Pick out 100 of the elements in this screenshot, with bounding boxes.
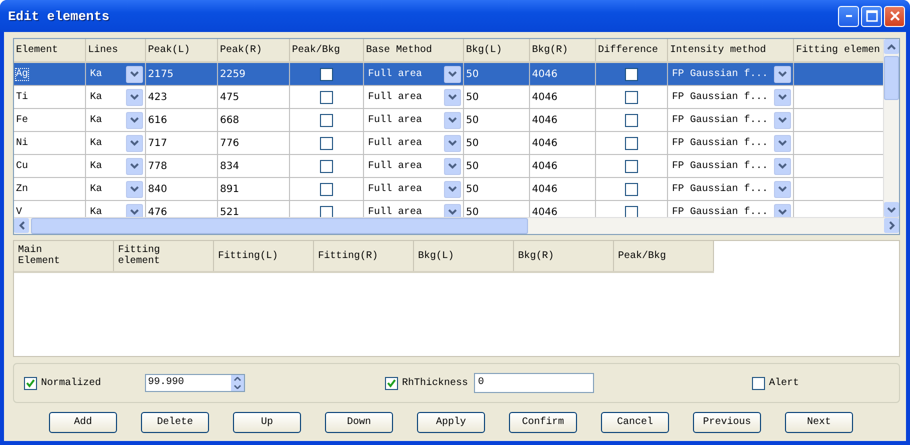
column-header[interactable]: Difference <box>596 39 668 61</box>
column-header[interactable]: Fitting(R) <box>314 241 414 271</box>
table-row[interactable]: Cu Ka 778 834 Full area 50 4046 FP Gaussian f... <box>14 155 883 178</box>
table-cell: 50 <box>466 114 479 126</box>
dialog-button[interactable]: Previous <box>693 412 761 433</box>
dropdown-button[interactable] <box>444 134 461 152</box>
checkbox[interactable] <box>752 376 765 390</box>
table-cell: 50 <box>466 160 479 172</box>
table-cell: Fe <box>16 114 28 126</box>
column-header[interactable]: Fitting(L) <box>214 241 314 271</box>
column-header[interactable]: Intensity method <box>668 39 794 61</box>
dialog-button[interactable]: Apply <box>417 412 485 433</box>
checkbox[interactable] <box>385 376 398 390</box>
checkbox[interactable] <box>320 206 333 217</box>
scrollbar-thumb[interactable] <box>31 218 528 234</box>
checkbox[interactable] <box>24 376 37 390</box>
dropdown-button[interactable] <box>774 158 791 174</box>
table-row[interactable]: Fe Ka 616 668 Full area 50 4046 FP Gaussian f... <box>14 109 883 132</box>
vertical-scrollbar[interactable] <box>883 39 899 217</box>
dropdown-button[interactable] <box>774 112 791 128</box>
checkbox[interactable] <box>625 182 638 196</box>
table-cell: 616 <box>148 114 168 126</box>
dropdown-button[interactable] <box>444 88 461 106</box>
column-header[interactable]: Main Element <box>14 241 114 271</box>
close-button[interactable] <box>884 6 905 26</box>
table-cell: 50 <box>466 68 479 80</box>
dialog-button[interactable]: Down <box>325 412 393 433</box>
dropdown-button[interactable] <box>774 134 791 152</box>
table-cell-text: FP Gaussian f... <box>671 92 768 102</box>
checkbox[interactable] <box>320 160 333 172</box>
dropdown-button[interactable] <box>444 158 461 174</box>
column-header[interactable]: Fitting element <box>114 241 214 271</box>
dialog-button[interactable]: Add <box>49 412 117 433</box>
dialog-button[interactable]: Confirm <box>509 412 577 433</box>
column-header[interactable]: Bkg(L) <box>414 241 514 271</box>
dropdown-button[interactable] <box>774 204 791 217</box>
dropdown-button[interactable] <box>126 88 143 106</box>
checkbox[interactable] <box>625 68 638 80</box>
table-row[interactable]: Ni Ka 717 776 Full area 50 4046 FP Gaussian f... <box>14 132 883 155</box>
caret-icon <box>448 71 457 77</box>
checkbox[interactable] <box>625 160 638 172</box>
dropdown-button[interactable] <box>126 158 143 174</box>
checkbox[interactable] <box>320 68 333 80</box>
dropdown-button[interactable] <box>126 134 143 152</box>
dropdown-button[interactable] <box>126 180 143 198</box>
dropdown-button[interactable] <box>126 112 143 128</box>
table-row[interactable]: Zn Ka 840 891 Full area 50 4046 FP Gaussian f... <box>14 178 883 201</box>
input-field[interactable]: 0 <box>474 373 594 393</box>
dropdown-button[interactable] <box>444 180 461 198</box>
caret-icon <box>130 117 139 123</box>
column-header[interactable]: Peak/Bkg <box>614 241 714 271</box>
spin-up-icon[interactable] <box>231 375 244 383</box>
dropdown-button[interactable] <box>444 204 461 217</box>
table-cell: 50 <box>466 92 479 102</box>
column-header[interactable]: Peak(L) <box>146 39 218 61</box>
table-cell: 4046 <box>532 160 558 172</box>
dropdown-button[interactable] <box>774 88 791 106</box>
minimize-button[interactable] <box>838 6 859 26</box>
table-row[interactable]: Ti Ka 423 475 Full area 50 4046 FP Gaussian f... <box>14 86 883 109</box>
column-header[interactable]: Bkg(R) <box>514 241 614 271</box>
checkbox[interactable] <box>625 136 638 150</box>
maximize-button[interactable] <box>861 6 882 26</box>
dialog-button[interactable]: Delete <box>141 412 209 433</box>
dropdown-button[interactable] <box>126 204 143 217</box>
column-header[interactable]: Base Method <box>364 39 464 61</box>
dropdown-button[interactable] <box>126 66 143 82</box>
checkbox[interactable] <box>625 114 638 126</box>
scrollbar-thumb[interactable] <box>884 56 899 100</box>
table-cell: 776 <box>220 138 240 148</box>
dialog-button[interactable]: Cancel <box>601 412 669 433</box>
dialog-button[interactable]: Up <box>233 412 301 433</box>
horizontal-scrollbar[interactable] <box>14 217 899 234</box>
column-header[interactable]: Bkg(R) <box>530 39 596 61</box>
dropdown-button[interactable] <box>444 112 461 128</box>
table-cell-text: Full area <box>367 92 422 102</box>
column-header[interactable]: Peak/Bkg <box>290 39 364 61</box>
column-header[interactable]: Bkg(L) <box>464 39 530 61</box>
scroll-up-icon[interactable] <box>884 39 899 54</box>
checkbox[interactable] <box>320 114 333 126</box>
checkbox[interactable] <box>320 182 333 196</box>
spin-down-icon[interactable] <box>231 383 244 391</box>
scroll-down-icon[interactable] <box>884 202 899 217</box>
table-cell: 4046 <box>532 68 558 80</box>
dialog-button[interactable]: Next <box>785 412 853 433</box>
table-row[interactable]: Ag Ka 2175 2259 Full area 50 4046 FP Gaussian f... <box>14 63 883 86</box>
table-cell: 778 <box>148 160 168 172</box>
column-header[interactable]: Peak(R) <box>218 39 290 61</box>
scroll-left-icon[interactable] <box>14 218 29 233</box>
dropdown-button[interactable] <box>444 66 461 82</box>
spin-field[interactable]: 99.990 <box>145 374 246 392</box>
checkbox[interactable] <box>320 90 333 104</box>
dropdown-button[interactable] <box>774 180 791 198</box>
dropdown-button[interactable] <box>774 66 791 82</box>
scroll-right-icon[interactable] <box>884 218 899 233</box>
column-header[interactable]: Lines <box>86 39 146 61</box>
checkbox[interactable] <box>625 90 638 104</box>
checkbox[interactable] <box>320 136 333 150</box>
caret-icon <box>778 140 787 146</box>
column-header[interactable]: Element <box>14 39 86 61</box>
checkbox[interactable] <box>625 206 638 217</box>
